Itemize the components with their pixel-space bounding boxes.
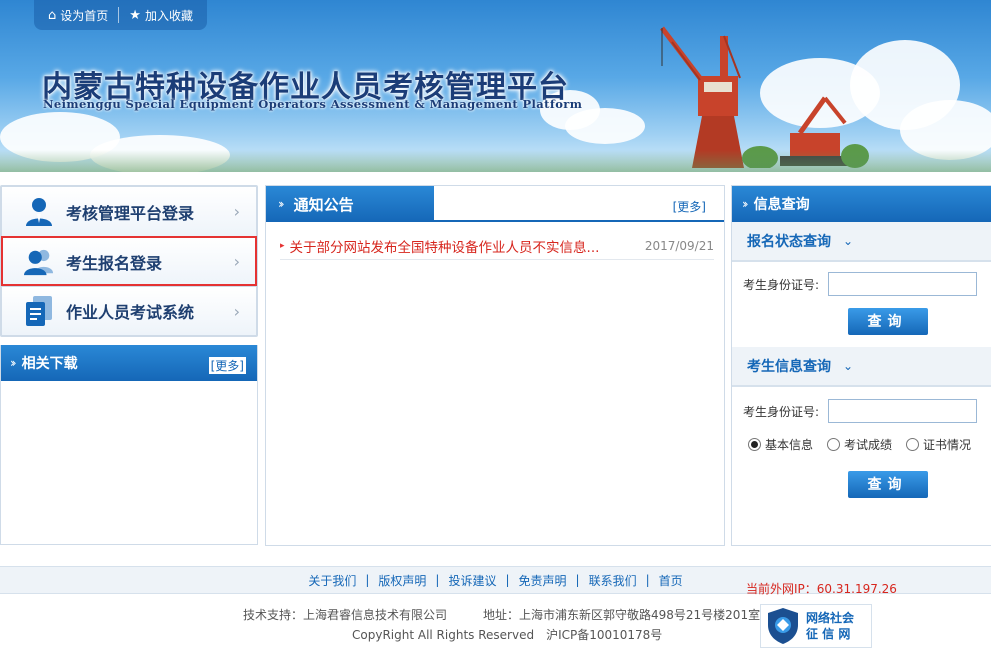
info-query-panel: ›› 信息查询 报名状态查询 ⌄ 考生身份证号: 查询 考生信息查询 ⌄ 考生身… [731,185,991,546]
radio-button[interactable] [748,437,761,451]
notices-tab: ›› 通知公告 [266,186,434,222]
info-id-label: 考生身份证号: [743,404,820,419]
info-query-section-header[interactable]: 考生信息查询 ⌄ [732,347,991,387]
status-query-button[interactable]: 查询 [847,307,928,335]
credit-badge[interactable]: 网络社会 征 信 网 [760,604,872,648]
info-id-input[interactable] [828,399,977,423]
shield-icon [768,608,798,644]
add-favorite-label: 加入收藏 [144,8,193,23]
status-id-label: 考生身份证号: [743,277,820,292]
footer-separator: | [575,573,580,587]
footer-separator: | [435,573,440,587]
ground-strip [0,150,991,172]
notices-panel: ›› 通知公告 [更多] ▸ 关于部分网站发布全国特种设备作业人员不实信息...… [265,185,725,546]
notice-date: 2017/09/21 [644,238,714,253]
footer-separator: | [505,573,510,587]
radio-certificate[interactable]: 证书情况 [906,436,971,453]
radio-certificate-label: 证书情况 [923,437,972,452]
footer-link-home[interactable]: 首页 [659,572,683,589]
notices-header: ›› 通知公告 [更多] [266,186,724,222]
footer-link-complaint[interactable]: 投诉建议 [448,572,496,589]
badge-line-1: 网络社会 [806,611,855,625]
footer-separator: | [645,573,650,587]
topbar-divider [118,7,120,23]
home-icon: ⌂ [48,7,57,23]
notice-item[interactable]: ▸ 关于部分网站发布全国特种设备作业人员不实信息... 2017/09/21 [280,232,714,260]
info-query-title: 信息查询 [753,197,810,213]
crane-illustration [660,26,869,168]
double-chevron-icon: ›› [742,197,748,211]
downloads-panel-body [0,345,258,545]
radio-button[interactable] [827,437,841,451]
radio-exam-scores-label: 考试成绩 [844,437,893,452]
site-subtitle: Neimenggu Special Equipment Operators As… [43,97,583,111]
double-chevron-icon: ›› [278,197,284,211]
documents-icon [24,296,54,326]
login-nav: 考核管理平台登录 › 考生报名登录 › 作业人员考试系统 › [0,185,258,337]
notices-more-link[interactable]: [更多] [673,198,706,215]
status-id-row: 考生身份证号: [732,266,991,302]
set-home-link[interactable]: ⌂ 设为首页 [48,7,108,24]
star-icon: ★ [129,7,141,23]
info-query-section-title: 考生信息查询 [747,359,831,375]
status-button-row: 查询 [732,302,991,340]
nav-platform-login[interactable]: 考核管理平台登录 › [1,186,257,236]
nav-candidate-login-label: 考生报名登录 [66,253,163,273]
bullet-arrow-icon: ▸ [280,240,285,251]
nav-candidate-login[interactable]: 考生报名登录 › [1,236,257,286]
info-id-row: 考生身份证号: [732,393,991,429]
info-button-row: 查询 [732,465,991,503]
left-column: 考核管理平台登录 › 考生报名登录 › 作业人员考试系统 › [0,185,258,337]
nav-exam-system[interactable]: 作业人员考试系统 › [1,286,257,336]
status-query-section-header[interactable]: 报名状态查询 ⌄ [732,222,991,262]
footer-link-copyright[interactable]: 版权声明 [378,572,426,589]
radio-basic-info[interactable]: 基本信息 [748,436,813,453]
status-query-title: 报名状态查询 [747,234,831,250]
info-type-options: 基本信息 考试成绩 证书情况 [732,429,991,459]
footer-link-contact[interactable]: 联系我们 [589,572,637,589]
nav-exam-system-label: 作业人员考试系统 [66,303,195,322]
chevron-right-icon: › [233,252,240,271]
chevron-down-icon: ⌄ [843,359,854,373]
footer-link-about[interactable]: 关于我们 [308,572,356,589]
cloud-decoration [565,108,645,144]
footer-copyright-line: CopyRight All Rights Reserved 沪ICP备10010… [352,628,663,642]
badge-line-2: 征 信 网 [806,627,851,641]
radio-button[interactable] [906,437,920,451]
current-ip-text: 当前外网IP：60.31.197.26 [746,582,897,596]
set-home-label: 设为首页 [60,8,109,23]
footer-link-disclaimer[interactable]: 免责声明 [519,572,567,589]
notice-title[interactable]: 关于部分网站发布全国特种设备作业人员不实信息... [290,236,600,256]
chevron-right-icon: › [233,202,240,221]
nav-platform-login-label: 考核管理平台登录 [66,203,195,223]
notices-list: ▸ 关于部分网站发布全国特种设备作业人员不实信息... 2017/09/21 [266,222,724,260]
notices-title: 通知公告 [293,195,354,214]
header-banner: ⌂ 设为首页 ★ 加入收藏 内蒙古特种设备作业人员考核管理平台 Neimengg… [0,0,991,172]
radio-exam-scores[interactable]: 考试成绩 [827,436,892,453]
chevron-down-icon: ⌄ [843,234,854,248]
users-icon [24,247,54,277]
add-favorite-link[interactable]: ★ 加入收藏 [129,7,193,24]
top-utility-bar: ⌂ 设为首页 ★ 加入收藏 [34,0,207,30]
status-id-input[interactable] [828,272,977,296]
user-icon [24,197,54,227]
radio-basic-info-label: 基本信息 [765,437,814,452]
badge-text: 网络社会 征 信 网 [806,610,854,642]
info-query-button[interactable]: 查询 [847,470,928,498]
info-query-header: ›› 信息查询 [732,186,991,222]
footer-separator: | [365,573,370,587]
chevron-right-icon: › [233,302,240,321]
footer-support-line: 技术支持：上海君睿信息技术有限公司 地址：上海市浦东新区郭守敬路498号21号楼… [243,608,761,622]
